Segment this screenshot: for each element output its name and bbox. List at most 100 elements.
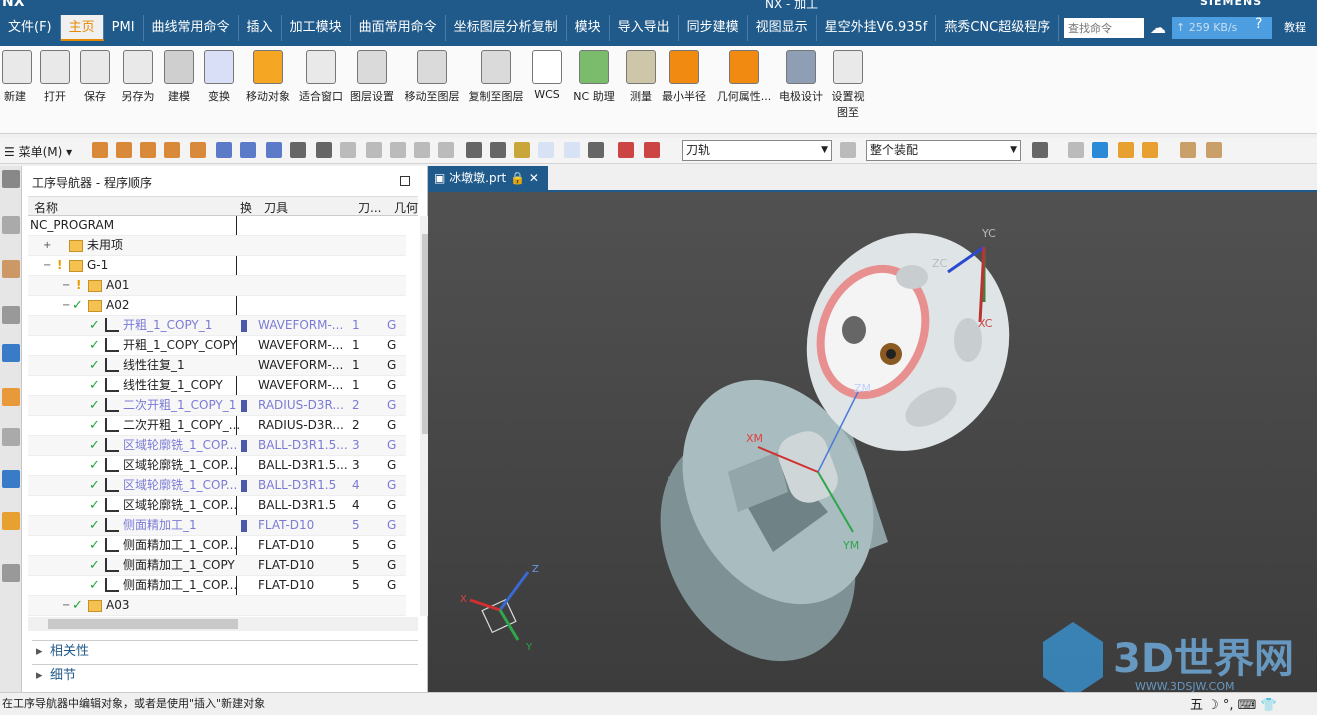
toolbar-tool-icon[interactable] — [564, 142, 580, 158]
menu-tab-7[interactable]: 坐标图层分析复制 — [446, 15, 567, 41]
menu-tab-0[interactable]: 文件(F) — [0, 15, 61, 41]
resource-tab-icon[interactable] — [2, 388, 20, 406]
graphics-viewport[interactable]: YC ZC XC ZM XM YM Z X Y 3D世界网 WWW.3DSJW.… — [428, 192, 1317, 697]
command-search-input[interactable] — [1064, 18, 1144, 38]
table-row[interactable]: −! G-1 — [28, 256, 406, 276]
expand-toggle-icon[interactable]: − — [62, 276, 70, 295]
table-row[interactable]: ✓ 区域轮廓铣_1_COP... BALL-D3R1.5 4 G — [28, 496, 406, 516]
resource-tab-icon[interactable] — [2, 564, 20, 582]
ribbon-button-layer-settings[interactable]: 图层设置 — [348, 50, 396, 104]
menu-tab-5[interactable]: 加工模块 — [282, 15, 351, 41]
scroll-thumb[interactable] — [48, 619, 238, 629]
menu-tab-12[interactable]: 星空外挂V6.935f — [817, 15, 937, 41]
ribbon-button-electrode-design[interactable]: 电极设计 — [777, 50, 825, 104]
toolbar-tool-icon[interactable] — [840, 142, 856, 158]
expand-toggle-icon[interactable]: − — [62, 296, 70, 315]
toolbar-tool-icon[interactable] — [1206, 142, 1222, 158]
table-row[interactable]: ✓ 区域轮廓铣_1_COP... BALL-D3R1.5 4 G — [28, 476, 406, 496]
tutorial-link[interactable]: 教程 — [1284, 19, 1306, 35]
expand-toggle-icon[interactable]: + — [43, 236, 51, 255]
menu-tab-8[interactable]: 模块 — [567, 15, 610, 41]
toolbar-tool-icon[interactable] — [390, 142, 406, 158]
section-details[interactable]: 细节 — [32, 664, 418, 687]
toolbar-tool-icon[interactable] — [538, 142, 554, 158]
horizontal-scrollbar[interactable] — [28, 617, 418, 631]
toolbar-tool-icon[interactable] — [190, 142, 206, 158]
toolbar-tool-icon[interactable] — [588, 142, 604, 158]
toolbar-tool-icon[interactable] — [490, 142, 506, 158]
resource-tab-icon[interactable] — [2, 428, 20, 446]
ribbon-button-copy-to-layer[interactable]: 复制至图层 — [466, 50, 526, 104]
menu-tab-2[interactable]: PMI — [104, 15, 144, 41]
menu-tab-9[interactable]: 导入导出 — [610, 15, 679, 41]
expand-toggle-icon[interactable]: − — [62, 596, 70, 615]
resource-tab-icon[interactable] — [2, 344, 20, 362]
toolbar-tool-icon[interactable] — [92, 142, 108, 158]
part-file-tab[interactable]: ▣ 冰墩墩.prt 🔒 ✕ — [428, 166, 548, 190]
menu-dropdown-button[interactable]: ☰ 菜单(M) ▾ — [4, 143, 72, 160]
toolbar-tool-icon[interactable] — [216, 142, 232, 158]
menu-tab-10[interactable]: 同步建模 — [679, 15, 748, 41]
toolbar-tool-icon[interactable] — [1180, 142, 1196, 158]
type-filter-select[interactable]: 刀轨 ▼ — [682, 140, 832, 161]
menu-tab-3[interactable]: 曲线常用命令 — [144, 15, 239, 41]
table-row[interactable]: ✓ 侧面精加工_1_COP... FLAT-D10 5 G — [28, 576, 406, 596]
table-row[interactable]: ✓ 区域轮廓铣_1_COP... BALL-D3R1.5... 3 G — [28, 456, 406, 476]
column-name[interactable]: 名称 — [34, 199, 58, 216]
ribbon-button-save[interactable]: 保存 — [80, 50, 110, 104]
toolbar-tool-icon[interactable] — [644, 142, 660, 158]
table-row[interactable]: ✓ 开粗_1_COPY_COPY WAVEFORM-... 1 G — [28, 336, 406, 356]
toolbar-tool-icon[interactable] — [618, 142, 634, 158]
section-dependencies[interactable]: 相关性 — [32, 640, 418, 663]
resource-tab-icon[interactable] — [2, 216, 20, 234]
ribbon-button-measure[interactable]: 测量 — [626, 50, 656, 104]
toolbar-tool-icon[interactable] — [414, 142, 430, 158]
ribbon-button-nc-assistant[interactable]: NC 助理 — [572, 50, 616, 104]
ribbon-button-fit-window[interactable]: 适合窗口 — [296, 50, 346, 104]
toolbar-tool-icon[interactable] — [116, 142, 132, 158]
table-row[interactable]: ✓ 二次开粗_1_COPY_... RADIUS-D3R... 2 G — [28, 416, 406, 436]
table-row[interactable]: ✓ 二次开粗_1_COPY_1 RADIUS-D3R... 2 G — [28, 396, 406, 416]
toolbar-tool-icon[interactable] — [514, 142, 530, 158]
menu-tab-1[interactable]: 主页 — [60, 15, 104, 41]
toolbar-tool-icon[interactable] — [1068, 142, 1084, 158]
ime-toolbar[interactable]: 五 ☽ °, ⌨ 👕 — [1190, 694, 1277, 713]
assembly-scope-select[interactable]: 整个装配 ▼ — [866, 140, 1021, 161]
table-row[interactable]: ✓ 区域轮廓铣_1_COP... BALL-D3R1.5... 3 G — [28, 436, 406, 456]
toolbar-tool-icon[interactable] — [1142, 142, 1158, 158]
toolbar-tool-icon[interactable] — [1032, 142, 1048, 158]
resource-tab-icon[interactable] — [2, 470, 20, 488]
ribbon-button-move-object[interactable]: 移动对象 — [244, 50, 292, 104]
table-row[interactable]: − ✓ A02 — [28, 296, 406, 316]
table-row[interactable]: ✓ 开粗_1_COPY_1 WAVEFORM-... 1 G — [28, 316, 406, 336]
toolbar-tool-icon[interactable] — [266, 142, 282, 158]
toolbar-tool-icon[interactable] — [316, 142, 332, 158]
maximize-icon[interactable] — [400, 176, 410, 186]
table-row[interactable]: ✓ 线性往复_1_COPY WAVEFORM-... 1 G — [28, 376, 406, 396]
resource-tab-icon[interactable] — [2, 512, 20, 530]
table-row[interactable]: − ✓ A03 — [28, 596, 406, 616]
ribbon-button-open[interactable]: 打开 — [38, 50, 72, 104]
table-row[interactable]: −! A01 — [28, 276, 406, 296]
toolbar-tool-icon[interactable] — [240, 142, 256, 158]
table-row[interactable]: ✓ 侧面精加工_1_COP... FLAT-D10 5 G — [28, 536, 406, 556]
ribbon-button-wcs[interactable]: WCS — [530, 50, 564, 101]
menu-tab-6[interactable]: 曲面常用命令 — [351, 15, 446, 41]
toolbar-tool-icon[interactable] — [438, 142, 454, 158]
toolbar-tool-icon[interactable] — [290, 142, 306, 158]
table-row[interactable]: ✓ 线性往复_1 WAVEFORM-... 1 G — [28, 356, 406, 376]
ribbon-button-transform[interactable]: 变换 — [203, 50, 235, 104]
toolbar-tool-icon[interactable] — [140, 142, 156, 158]
menu-tab-11[interactable]: 视图显示 — [748, 15, 817, 41]
toolbar-tool-icon[interactable] — [466, 142, 482, 158]
toolbar-tool-icon[interactable] — [164, 142, 180, 158]
ribbon-button-move-to-layer[interactable]: 移动至图层 — [402, 50, 462, 104]
toolbar-tool-icon[interactable] — [366, 142, 382, 158]
expand-toggle-icon[interactable]: − — [43, 256, 51, 275]
toolbar-tool-icon[interactable] — [1118, 142, 1134, 158]
toolbar-tool-icon[interactable] — [1092, 142, 1108, 158]
column-tool[interactable]: 刀具 — [264, 199, 288, 216]
table-row[interactable]: ✓ 侧面精加工_1 FLAT-D10 5 G — [28, 516, 406, 536]
close-icon[interactable]: ✕ — [529, 171, 539, 185]
table-row[interactable]: NC_PROGRAM — [28, 216, 406, 236]
